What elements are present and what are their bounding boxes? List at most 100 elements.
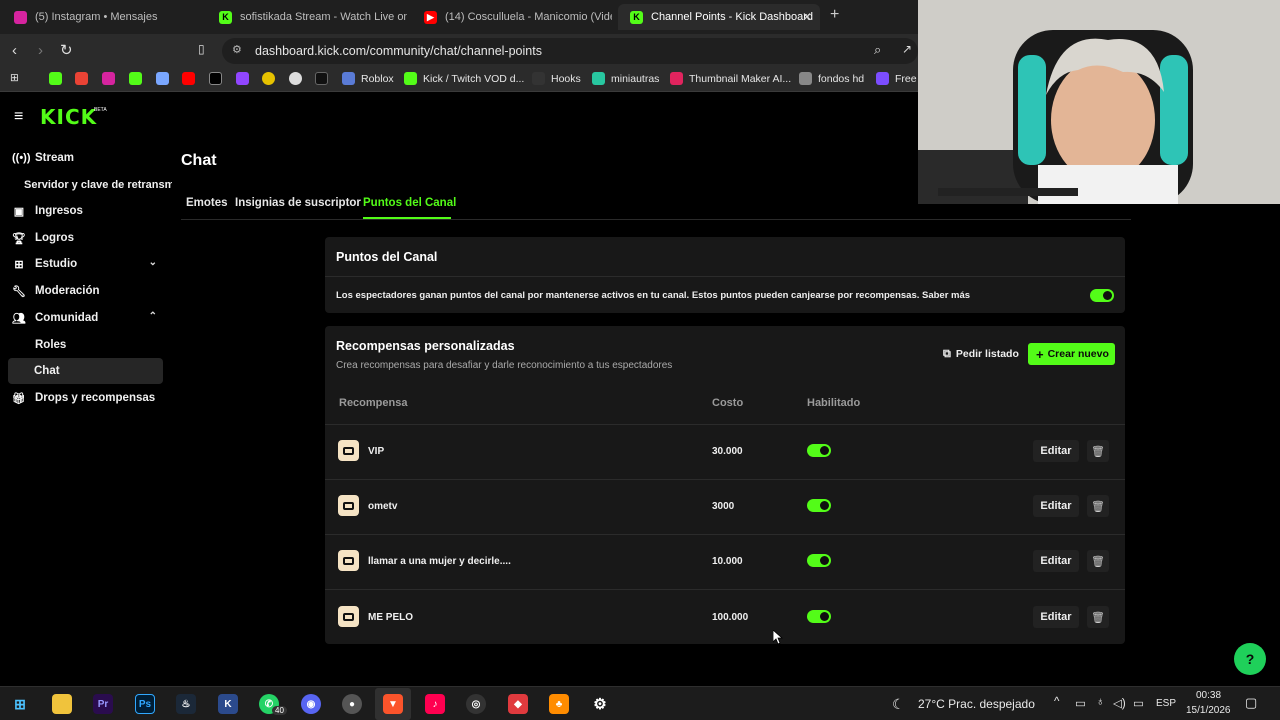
tab-title: sofistikada Stream - Watch Live on Ki [240,11,407,23]
clock-date[interactable]: 15/1/2026 [1186,705,1231,716]
kick-logo[interactable]: KICK [40,105,97,129]
new-tab-button[interactable]: + [830,6,839,24]
site-info-icon[interactable]: ⚙ [232,43,242,56]
app-icon[interactable]: K [218,694,238,714]
microphone-icon[interactable]: ♁ [1096,696,1105,708]
browser-tab-instagram[interactable]: (5) Instagram • Mensajes [2,4,202,30]
reward-enabled-toggle[interactable] [807,554,831,567]
app-icon[interactable]: ● [342,694,362,714]
sidebar-item-chat[interactable]: Chat [8,358,163,384]
reward-name: ometv [368,501,398,512]
bookmark-item[interactable] [49,72,68,85]
file-explorer-icon[interactable] [52,694,72,714]
hamburger-menu-icon[interactable]: ≡ [14,108,23,126]
premiere-pro-icon[interactable]: Pr [93,694,113,714]
weather-text[interactable]: 27°C Prac. despejado [918,697,1035,711]
chevron-down-icon[interactable]: ⌄ [149,257,157,268]
discord-icon[interactable]: ◉ [301,694,321,714]
volume-icon[interactable]: ◁) [1113,696,1126,710]
request-list-button[interactable]: ⧉ Pedir listado [943,343,1019,365]
sidebar-item-moderacion[interactable]: 🔧︎ Moderación [12,278,163,304]
bookmark-kick-vod[interactable]: Kick / Twitch VOD d... [404,72,524,85]
bookmark-item[interactable] [129,72,148,85]
edit-reward-button[interactable]: Editar [1033,550,1079,572]
edit-reward-button[interactable]: Editar [1033,440,1079,462]
address-bar[interactable]: ⚙ dashboard.kick.com/community/chat/chan… [222,38,918,64]
clock-time[interactable]: 00:38 [1196,690,1221,701]
windows-start-icon[interactable]: ⊞ [10,694,30,714]
photoshop-icon[interactable]: Ps [135,694,155,714]
tab-emotes[interactable]: Emotes [186,197,228,209]
wallet-icon: ▣ [13,205,25,218]
bookmark-item[interactable] [156,72,175,85]
bookmark-item[interactable] [236,72,255,85]
channel-points-toggle[interactable] [1090,289,1114,302]
forward-arrow-icon[interactable]: › [38,42,43,59]
browser-tab-youtube[interactable]: ▶ (14) Cosculluela - Manicomio (Video [412,4,612,30]
trash-icon[interactable]: 🗑︎ [1087,606,1109,628]
bookmark-item[interactable] [315,72,334,85]
bookmark-thumbnail-maker[interactable]: Thumbnail Maker AI... [670,72,791,85]
app-icon[interactable]: ◆ [508,694,528,714]
edit-reward-button[interactable]: Editar [1033,606,1079,628]
bookmark-item[interactable] [209,72,228,85]
bookmark-item[interactable] [75,72,94,85]
edit-reward-button[interactable]: Editar [1033,495,1079,517]
bookmark-item[interactable] [182,72,201,85]
network-icon[interactable]: ▭ [1133,696,1144,710]
chevron-up-icon[interactable]: ⌃ [149,311,157,322]
free-icon [876,72,889,85]
browser-toolbar: ‹ › ↻ ▯ ⚙ dashboard.kick.com/community/c… [0,34,918,68]
sidebar-item-ingresos[interactable]: ▣ Ingresos [12,198,163,224]
tab-puntos-del-canal[interactable]: Puntos del Canal [363,197,456,209]
button-label: Pedir listado [955,348,1019,360]
notifications-icon[interactable]: ▢ [1245,695,1257,711]
trash-icon[interactable]: 🗑︎ [1087,440,1109,462]
bookmark-icon[interactable]: ▯ [198,42,205,56]
reward-name: ME PELO [368,612,414,623]
obs-icon[interactable]: ◎ [466,694,486,714]
back-arrow-icon[interactable]: ‹ [12,42,17,59]
support-chat-button[interactable]: ? [1234,643,1266,675]
apps-grid-icon[interactable]: ⊞ [10,72,19,84]
card-divider [325,276,1125,277]
bookmark-item[interactable] [289,72,308,85]
bookmark-miniautras[interactable]: miniautras [592,72,659,85]
reload-icon[interactable]: ↻ [60,41,73,59]
bookmark-item[interactable] [262,72,281,85]
trash-icon[interactable]: 🗑︎ [1087,495,1109,517]
tab-insignias[interactable]: Insignias de suscriptor [235,197,361,209]
steam-icon[interactable]: ♨ [176,694,196,714]
settings-gear-icon[interactable]: ⚙ [590,694,610,714]
tray-app-icon[interactable]: ▭ [1075,696,1086,710]
trash-icon[interactable]: 🗑︎ [1087,550,1109,572]
bookmark-fondos-hd[interactable]: fondos hd [799,72,864,85]
zoom-search-icon[interactable]: ⌕ [874,42,881,58]
browser-tab-channel-points[interactable]: K Channel Points - Kick Dashboard ✕ [618,4,820,30]
trophy-icon: 🏆︎ [12,232,26,245]
sidebar-item-comunidad[interactable]: 👥︎ Comunidad ⌃ [12,305,163,331]
sidebar-item-estudio[interactable]: ⊞ Estudio ⌄ [12,251,163,277]
brave-browser-icon[interactable]: ▼ [383,694,403,714]
grid-icon: ⊞ [14,258,24,271]
bookmark-hooks[interactable]: Hooks [532,72,581,85]
bookmark-roblox[interactable]: Roblox [342,72,394,85]
sidebar-item-logros[interactable]: 🏆︎ Logros [12,225,163,251]
sidebar-item-roles[interactable]: Roles [35,332,163,358]
reward-enabled-toggle[interactable] [807,499,831,512]
sidebar-item-server-key[interactable]: Servidor y clave de retransm [24,172,172,198]
bookmark-free[interactable]: Free r [876,72,923,85]
browser-tab-kick-stream[interactable]: K sofistikada Stream - Watch Live on Ki [207,4,407,30]
fl-studio-icon[interactable]: ♣ [549,694,569,714]
reward-enabled-toggle[interactable] [807,610,831,623]
share-icon[interactable]: ↗ [902,42,912,56]
sidebar-item-drops[interactable]: 🎁︎ Drops y recompensas [12,385,163,411]
close-tab-icon[interactable]: ✕ [802,10,812,24]
reward-enabled-toggle[interactable] [807,444,831,457]
tray-chevron-icon[interactable]: ^ [1054,696,1059,708]
tiktok-icon[interactable]: ♪ [425,694,445,714]
sidebar-item-stream[interactable]: ((•)) Stream [12,145,163,171]
create-new-button[interactable]: + Crear nuevo [1028,343,1115,365]
bookmark-item[interactable] [102,72,121,85]
language-indicator[interactable]: ESP [1156,698,1176,709]
